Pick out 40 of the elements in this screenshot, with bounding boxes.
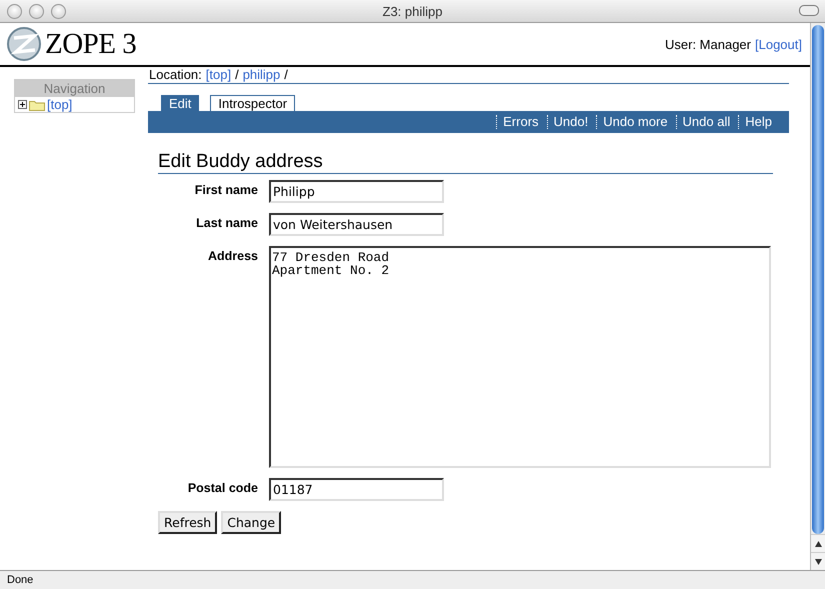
logo-text: ZOPE 3 bbox=[45, 28, 136, 60]
close-button[interactable] bbox=[7, 4, 22, 18]
action-link[interactable]: Errors bbox=[496, 115, 544, 129]
input-field[interactable]: Philipp bbox=[269, 180, 444, 203]
field-label: Address bbox=[206, 248, 258, 263]
logo-icon bbox=[6, 26, 42, 62]
scroll-up-icon[interactable] bbox=[811, 534, 825, 552]
input-field[interactable]: von Weitershausen bbox=[269, 213, 444, 236]
form-button[interactable]: Refresh bbox=[158, 511, 218, 534]
breadcrumb-link[interactable]: [top] bbox=[206, 67, 232, 82]
tab[interactable]: Edit bbox=[161, 95, 200, 111]
scroll-down-icon[interactable] bbox=[811, 552, 825, 570]
expand-icon[interactable] bbox=[18, 100, 27, 109]
tab[interactable]: Introspector bbox=[210, 95, 296, 111]
field-label: First name bbox=[194, 182, 258, 197]
minimize-button[interactable] bbox=[29, 4, 44, 18]
zoom-button[interactable] bbox=[51, 4, 66, 18]
form-title: Edit Buddy address bbox=[158, 151, 773, 174]
navigation-item[interactable]: [top] bbox=[47, 97, 72, 112]
input-field[interactable]: 01187 bbox=[269, 478, 444, 501]
status-text: Done bbox=[7, 574, 34, 586]
action-link[interactable]: Undo! bbox=[546, 115, 594, 129]
breadcrumb-link[interactable]: philipp bbox=[242, 67, 280, 82]
text-area[interactable]: 77 Dresden Road Apartment No. 2 bbox=[269, 246, 771, 468]
scrollbar[interactable] bbox=[810, 23, 825, 570]
field-label: Postal code bbox=[186, 480, 258, 495]
action-link[interactable]: Undo all bbox=[676, 115, 736, 129]
location-label: Location: bbox=[149, 67, 202, 82]
window-title: Z3: philipp bbox=[382, 4, 442, 18]
navigation-title: Navigation bbox=[15, 80, 134, 97]
breadcrumb-separator: / bbox=[284, 67, 288, 82]
user-label: User: Manager bbox=[665, 36, 751, 52]
action-link[interactable]: Undo more bbox=[596, 115, 673, 129]
toolbar-toggle-button[interactable] bbox=[799, 5, 819, 16]
scroll-thumb[interactable] bbox=[812, 25, 824, 534]
form-button[interactable]: Change bbox=[221, 511, 282, 534]
breadcrumb-separator: / bbox=[235, 67, 239, 82]
field-label: Last name bbox=[195, 215, 258, 230]
action-link[interactable]: Help bbox=[738, 115, 777, 129]
logout-link[interactable]: [Logout] bbox=[755, 36, 802, 52]
